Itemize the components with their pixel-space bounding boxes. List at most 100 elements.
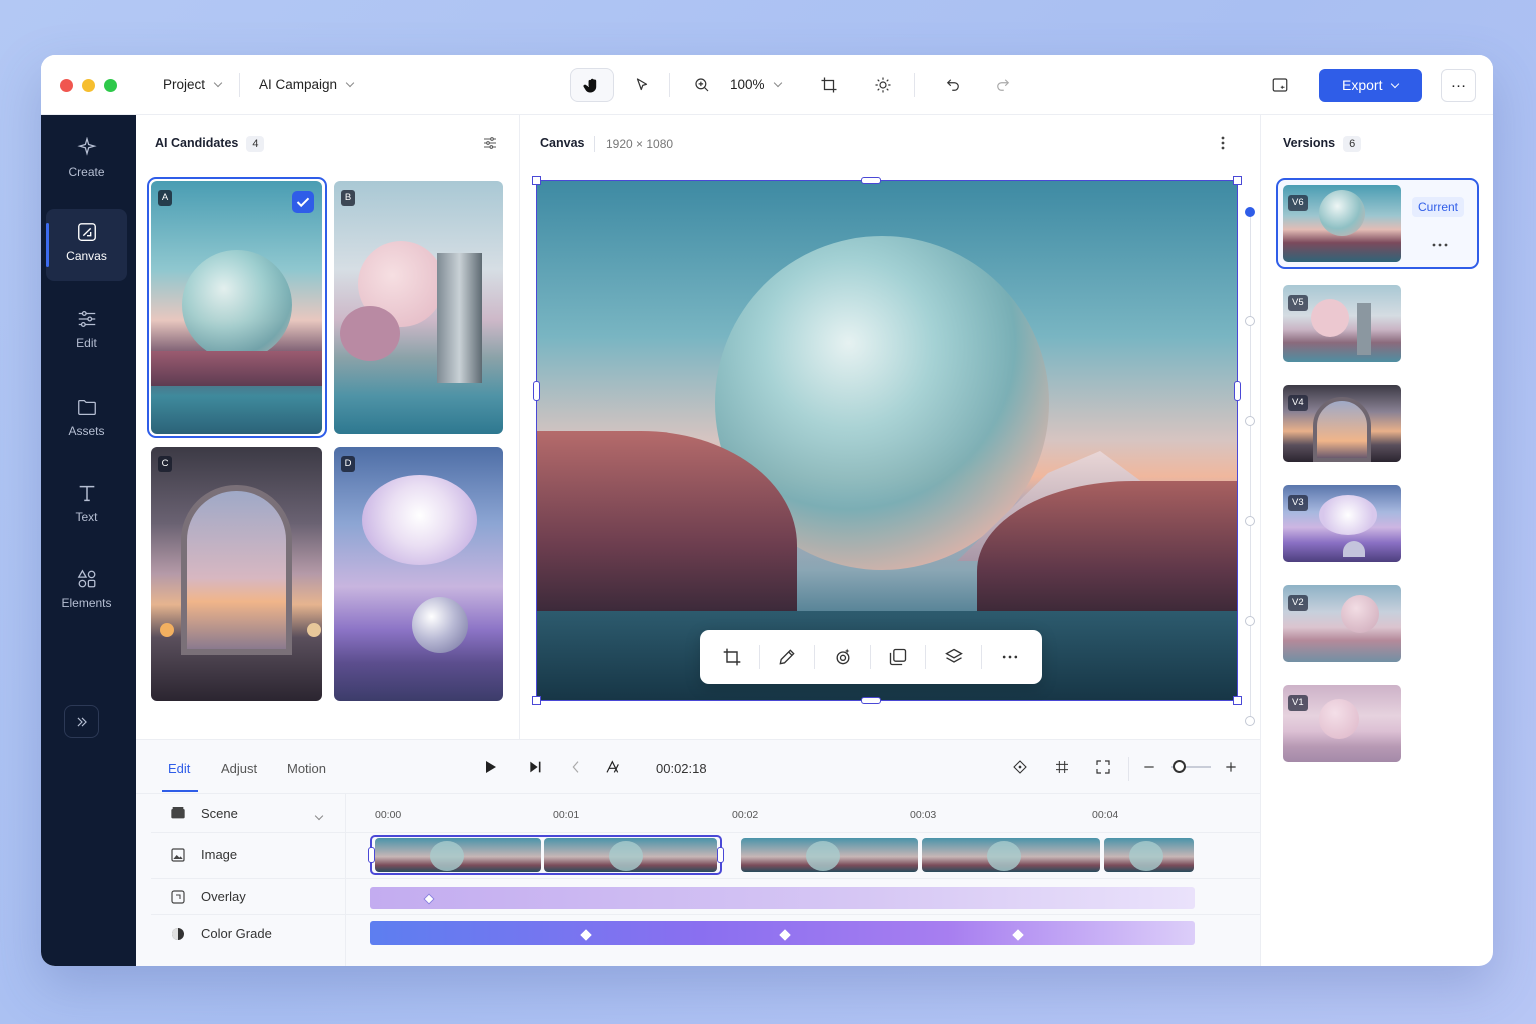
- resize-handle-ne[interactable]: [1233, 176, 1242, 185]
- magic-tool[interactable]: [833, 647, 853, 672]
- campaign-menu[interactable]: AI Campaign: [259, 77, 355, 92]
- version-thumbnail[interactable]: V6: [1283, 185, 1401, 262]
- filter-button[interactable]: [482, 135, 498, 156]
- tab-edit[interactable]: Edit: [168, 761, 190, 776]
- checkbox-checked[interactable]: [292, 191, 314, 213]
- pointer-tool-button[interactable]: [629, 72, 655, 98]
- version-label: V2: [1288, 595, 1308, 611]
- archway-graphic: [181, 485, 292, 655]
- version-options-button[interactable]: [1432, 235, 1448, 253]
- image-clip[interactable]: [1104, 838, 1194, 872]
- expand-sidebar-button[interactable]: [64, 705, 99, 738]
- campaign-label: AI Campaign: [259, 77, 338, 92]
- hand-tool-button[interactable]: [570, 68, 614, 102]
- version-thumbnail[interactable]: V3: [1283, 485, 1401, 562]
- candidate-d-thumbnail[interactable]: D: [334, 447, 503, 701]
- auto-text-icon: [606, 760, 619, 773]
- versions-title: Versions: [1283, 136, 1336, 150]
- preview-button[interactable]: [1267, 72, 1293, 98]
- layers-tool[interactable]: [944, 647, 964, 672]
- split-button[interactable]: [568, 759, 584, 780]
- track-label-overlay: Overlay: [201, 889, 246, 904]
- left-sidebar: Create Canvas Edit Assets Text Elements: [41, 115, 136, 966]
- version-thumbnail[interactable]: V5: [1283, 285, 1401, 362]
- zoom-select[interactable]: 100%: [730, 77, 782, 92]
- sidebar-item-edit[interactable]: Edit: [46, 296, 127, 368]
- sidebar-item-create[interactable]: Create: [46, 125, 127, 197]
- resize-handle-e[interactable]: [1234, 381, 1241, 401]
- layers-icon: [945, 648, 963, 663]
- auto-adjust-button[interactable]: [605, 759, 621, 780]
- export-button[interactable]: Export: [1319, 69, 1422, 102]
- scene-dropdown[interactable]: [314, 809, 324, 827]
- image-clip[interactable]: [375, 838, 541, 872]
- floating-toolbar: [700, 630, 1042, 684]
- tab-motion[interactable]: Motion: [287, 761, 326, 776]
- version-thumbnail[interactable]: V2: [1283, 585, 1401, 662]
- candidate-a-thumbnail[interactable]: A: [151, 181, 322, 434]
- overlay-clip[interactable]: [370, 887, 1195, 909]
- crop-tool[interactable]: [722, 647, 742, 672]
- crop-tool-button[interactable]: [816, 72, 842, 98]
- more-options-button[interactable]: …: [1441, 69, 1476, 102]
- resize-handle-s[interactable]: [861, 697, 881, 704]
- fullscreen-icon: [1096, 760, 1110, 774]
- export-label: Export: [1342, 77, 1383, 93]
- redo-button[interactable]: [990, 72, 1016, 98]
- brush-tool[interactable]: [777, 647, 797, 672]
- sidebar-item-label: Assets: [68, 424, 105, 438]
- split-arrow-icon: [572, 761, 579, 773]
- minimize-window-button[interactable]: [82, 79, 95, 92]
- zoom-slider-knob[interactable]: [1173, 760, 1186, 773]
- version-thumbnail[interactable]: V4: [1283, 385, 1401, 462]
- zoom-in-button[interactable]: [1224, 759, 1238, 780]
- maximize-window-button[interactable]: [104, 79, 117, 92]
- pointer-icon: [636, 78, 648, 91]
- sidebar-item-assets[interactable]: Assets: [46, 384, 127, 456]
- timecode: 00:02:18: [656, 761, 707, 776]
- image-clip[interactable]: [741, 838, 918, 872]
- close-window-button[interactable]: [60, 79, 73, 92]
- step-forward-button[interactable]: [527, 759, 543, 780]
- trim-button[interactable]: [1054, 759, 1070, 780]
- project-menu[interactable]: Project: [163, 77, 223, 92]
- undo-button[interactable]: [940, 72, 966, 98]
- clip-trim-handle-right[interactable]: [717, 847, 724, 863]
- clip-trim-handle-left[interactable]: [368, 847, 375, 863]
- resize-handle-nw[interactable]: [532, 176, 541, 185]
- chevron-down-icon: [773, 78, 782, 88]
- timeline-dot: [1245, 616, 1255, 626]
- play-button[interactable]: [482, 759, 498, 780]
- resize-handle-n[interactable]: [861, 177, 881, 184]
- candidate-c-thumbnail[interactable]: C: [151, 447, 322, 701]
- ruler-tick: 00:02: [732, 809, 759, 821]
- candidate-b-thumbnail[interactable]: B: [334, 181, 503, 434]
- sidebar-item-elements[interactable]: Elements: [46, 556, 127, 628]
- keyframe-diamond-icon: [1013, 760, 1027, 774]
- image-clip[interactable]: [922, 838, 1100, 872]
- image-clip[interactable]: [544, 838, 717, 872]
- resize-handle-sw[interactable]: [532, 696, 541, 705]
- keyframe-button[interactable]: [1012, 759, 1028, 780]
- chrome-sphere-graphic: [412, 597, 468, 653]
- orb-graphic: [182, 250, 292, 360]
- active-tab-indicator: [162, 790, 198, 792]
- tab-adjust[interactable]: Adjust: [221, 761, 257, 776]
- preview-window-icon: [1272, 78, 1288, 92]
- zoom-button[interactable]: [689, 72, 715, 98]
- duplicate-tool[interactable]: [888, 647, 908, 672]
- sparkle-icon: [76, 137, 97, 156]
- sidebar-item-text[interactable]: Text: [46, 470, 127, 542]
- candidate-label: A: [158, 190, 172, 206]
- resize-handle-se[interactable]: [1233, 696, 1242, 705]
- sidebar-item-canvas[interactable]: Canvas: [46, 209, 127, 281]
- more-tools-button[interactable]: [1000, 647, 1020, 672]
- brightness-button[interactable]: [870, 72, 896, 98]
- zoom-out-button[interactable]: [1142, 759, 1156, 780]
- fullscreen-button[interactable]: [1095, 759, 1111, 780]
- version-thumbnail[interactable]: V1: [1283, 685, 1401, 762]
- hand-icon: [583, 78, 597, 93]
- lamp-graphic: [307, 623, 321, 637]
- resize-handle-w[interactable]: [533, 381, 540, 401]
- canvas-menu-button[interactable]: [1215, 135, 1231, 153]
